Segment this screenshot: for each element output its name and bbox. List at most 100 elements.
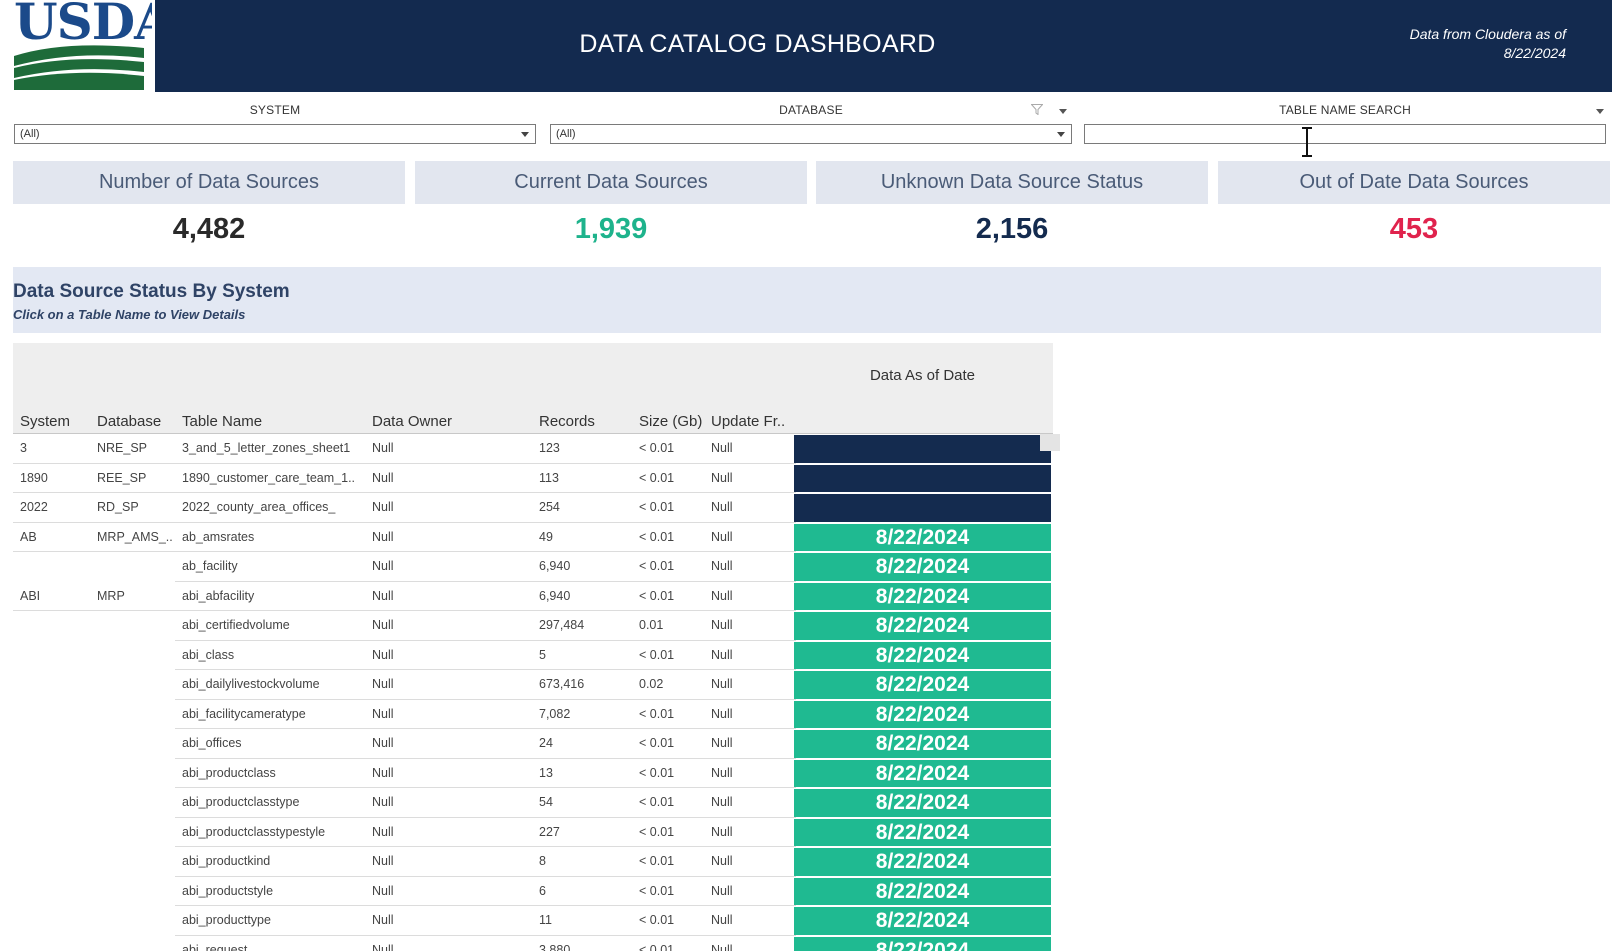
- cell-update-frequency: Null: [711, 854, 733, 868]
- cell-update-frequency: Null: [711, 500, 733, 514]
- col-header-records[interactable]: Records: [539, 413, 595, 430]
- section-title: Data Source Status By System: [13, 281, 290, 302]
- data-as-of-date-cell: 8/22/2024: [794, 553, 1051, 581]
- table-name-link[interactable]: abi_offices: [182, 736, 367, 750]
- table-name-link[interactable]: abi_productclasstypestyle: [182, 825, 367, 839]
- cell-size: 0.02: [639, 677, 664, 691]
- cell-size: < 0.01: [639, 441, 675, 455]
- cell-data-owner: Null: [372, 470, 394, 485]
- table-row: abi_productclass Null 13 < 0.01 Null 8/22/202…: [13, 759, 1053, 788]
- note-line-1: Data from Cloudera as of: [1409, 26, 1566, 42]
- cell-records: 54: [539, 795, 553, 809]
- cell-data-owner: Null: [372, 942, 394, 951]
- table-name-link[interactable]: abi_request: [182, 943, 367, 951]
- cell-update-frequency: Null: [711, 588, 733, 603]
- table-name-link[interactable]: abi_producttype: [182, 913, 367, 927]
- table-row: ab_facility Null 6,940 < 0.01 Null 8/22/2024: [13, 552, 1053, 582]
- table-name-link[interactable]: abi_productkind: [182, 854, 367, 868]
- cell-data-owner: Null: [372, 677, 394, 691]
- cell-size: < 0.01: [639, 706, 675, 721]
- cell-database: NRE_SP: [97, 441, 148, 455]
- table-name-link[interactable]: abi_certifiedvolume: [182, 618, 367, 632]
- col-header-data-owner[interactable]: Data Owner: [372, 413, 452, 430]
- cell-records: 254: [539, 500, 560, 514]
- table-name-link[interactable]: ab_amsrates: [182, 530, 367, 544]
- table-name-link[interactable]: 1890_customer_care_team_1..: [182, 471, 367, 485]
- cell-records: 3,880: [539, 942, 571, 951]
- cell-records: 7,082: [539, 706, 571, 721]
- cell-size: < 0.01: [639, 500, 675, 514]
- table-name-search-input[interactable]: [1084, 124, 1606, 144]
- cell-records: 49: [539, 529, 553, 544]
- cell-data-owner: Null: [372, 765, 394, 780]
- system-select[interactable]: (All): [14, 124, 536, 144]
- col-header-system[interactable]: System: [20, 413, 70, 430]
- kpi-value-current: 1,939: [574, 213, 648, 245]
- data-as-of-date-cell: 8/22/2024: [794, 877, 1051, 905]
- table-name-link[interactable]: ab_facility: [182, 559, 367, 573]
- section-banner: Data Source Status By System Click on a …: [13, 267, 1601, 333]
- database-select-value: (All): [556, 128, 576, 140]
- col-header-database[interactable]: Database: [97, 413, 161, 430]
- database-select[interactable]: (All): [550, 124, 1072, 144]
- cell-size: < 0.01: [639, 913, 675, 927]
- cell-system: 1890: [20, 470, 48, 485]
- cell-update-frequency: Null: [711, 736, 733, 750]
- chevron-down-icon: [521, 132, 529, 137]
- cell-size: < 0.01: [639, 588, 675, 603]
- table-search-menu-chevron-icon[interactable]: [1596, 109, 1604, 114]
- table-row: 1890 REE_SP 1890_customer_care_team_1.. Nul…: [13, 464, 1053, 493]
- cell-size: < 0.01: [639, 529, 675, 544]
- table-name-link[interactable]: abi_abfacility: [182, 589, 367, 603]
- kpi-label-current: Current Data Sources: [415, 161, 807, 204]
- col-header-size[interactable]: Size (Gb): [639, 413, 702, 430]
- page-title: DATA CATALOG DASHBOARD: [579, 30, 936, 58]
- cell-size: < 0.01: [639, 883, 675, 898]
- cell-data-owner: Null: [372, 529, 394, 544]
- col-header-table-name[interactable]: Table Name: [182, 413, 262, 430]
- table-row: abi_productkind Null 8 < 0.01 Null 8/22/2024: [13, 847, 1053, 877]
- table-name-link[interactable]: abi_facilitycameratype: [182, 707, 367, 721]
- cell-update-frequency: Null: [711, 647, 733, 662]
- table-row: abi_productclasstypestyle Null 227 < 0.01 Nu…: [13, 818, 1053, 847]
- column-header-row: System Database Table Name Data Owner Re…: [13, 407, 1053, 434]
- cell-size: < 0.01: [639, 559, 675, 573]
- section-subtitle: Click on a Table Name to View Details: [13, 307, 246, 322]
- cell-update-frequency: Null: [711, 765, 733, 780]
- cell-update-frequency: Null: [711, 942, 733, 951]
- table-name-link[interactable]: abi_dailylivestockvolume: [182, 677, 367, 691]
- data-as-of-date-cell: 8/22/2024: [794, 641, 1051, 669]
- table-row: abi_facilitycameratype Null 7,082 < 0.01 Nul…: [13, 700, 1053, 729]
- filter-icon[interactable]: [1031, 104, 1043, 115]
- cell-size: < 0.01: [639, 736, 675, 750]
- cell-data-owner: Null: [372, 647, 394, 662]
- cell-update-frequency: Null: [711, 883, 733, 898]
- table-name-link[interactable]: abi_productclasstype: [182, 795, 367, 809]
- table-name-link[interactable]: 2022_county_area_offices_: [182, 500, 367, 514]
- data-as-of-date-cell: 8/22/2024: [794, 907, 1051, 935]
- data-as-of-date-cell: 8/22/2024: [794, 936, 1051, 951]
- table-name-link[interactable]: abi_productstyle: [182, 884, 367, 898]
- data-source-table: Data As of Date System Database Table Na…: [13, 343, 1053, 951]
- table-scrollbar[interactable]: [1040, 434, 1060, 451]
- data-as-of-date-cell: 8/22/2024: [794, 582, 1051, 610]
- table-top-header: Data As of Date: [13, 343, 1053, 407]
- cell-system: AB: [20, 529, 37, 544]
- data-as-of-date-cell: 8/22/2024: [794, 759, 1051, 787]
- database-menu-chevron-icon[interactable]: [1059, 109, 1067, 114]
- cell-size: < 0.01: [639, 765, 675, 780]
- cell-update-frequency: Null: [711, 795, 733, 809]
- data-as-of-date-cell: 8/22/2024: [794, 671, 1051, 699]
- table-name-link[interactable]: 3_and_5_letter_zones_sheet1: [182, 441, 367, 455]
- data-as-of-date-cell: [794, 494, 1051, 522]
- table-name-link[interactable]: abi_productclass: [182, 766, 367, 780]
- cell-data-owner: Null: [372, 441, 394, 455]
- col-header-update-frequency[interactable]: Update Fr..: [711, 413, 785, 430]
- cell-data-owner: Null: [372, 883, 394, 898]
- data-as-of-date-cell: [794, 435, 1051, 463]
- table-row: AB MRP_AMS_.. ab_amsrates Null 49 < 0.01 Null 8…: [13, 523, 1053, 552]
- cell-data-owner: Null: [372, 618, 394, 632]
- kpi-label-out-of-date: Out of Date Data Sources: [1218, 161, 1610, 204]
- table-row: abi_request Null 3,880 < 0.01 Null 8/22/2024: [13, 936, 1053, 951]
- table-name-link[interactable]: abi_class: [182, 648, 367, 662]
